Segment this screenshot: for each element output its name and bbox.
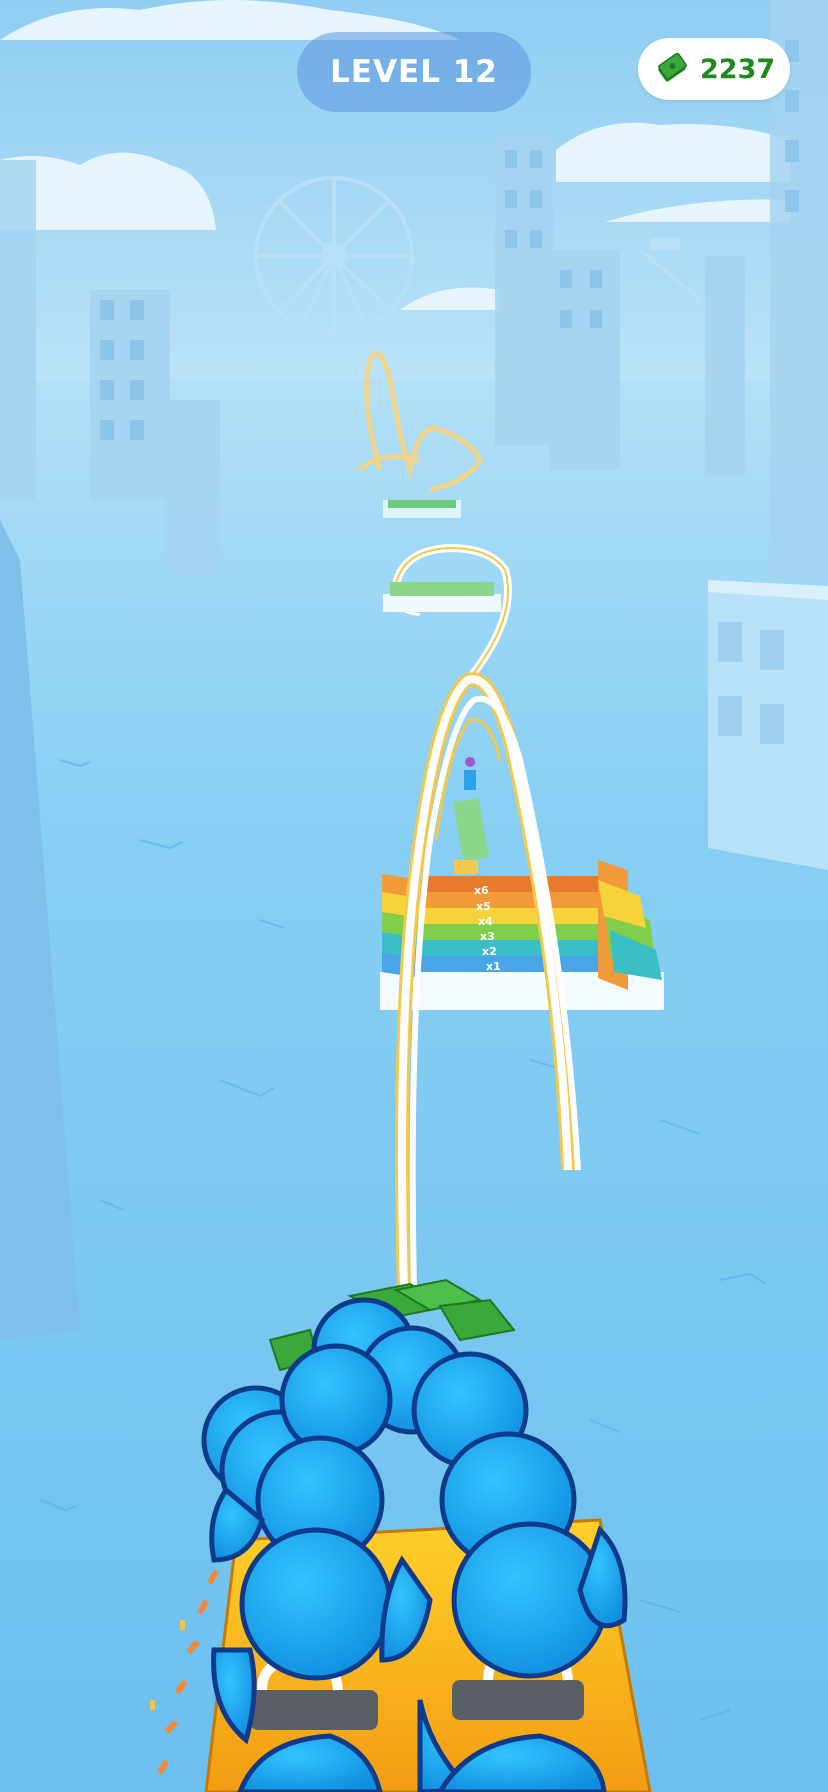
- foreground-building-right: [708, 580, 828, 870]
- multiplier-label-x6: x6: [474, 884, 489, 897]
- distant-platform: [383, 500, 461, 518]
- cash-stack-icon: [658, 52, 687, 82]
- money-amount: 2237: [700, 53, 776, 85]
- multiplier-label-x1: x1: [486, 960, 501, 973]
- level-indicator: LEVEL 12: [297, 32, 531, 112]
- game-scene[interactable]: x6 x5 x4 x3 x2 x1: [0, 0, 828, 1792]
- ferris-wheel: [254, 176, 414, 336]
- multiplier-label-x3: x3: [480, 930, 495, 943]
- multiplier-label-x5: x5: [476, 900, 491, 913]
- multiplier-label-x4: x4: [478, 915, 493, 928]
- middle-platform: [383, 582, 501, 612]
- money-counter: 2237: [638, 38, 790, 100]
- level-label: LEVEL 12: [330, 54, 498, 90]
- multiplier-label-x2: x2: [482, 945, 497, 958]
